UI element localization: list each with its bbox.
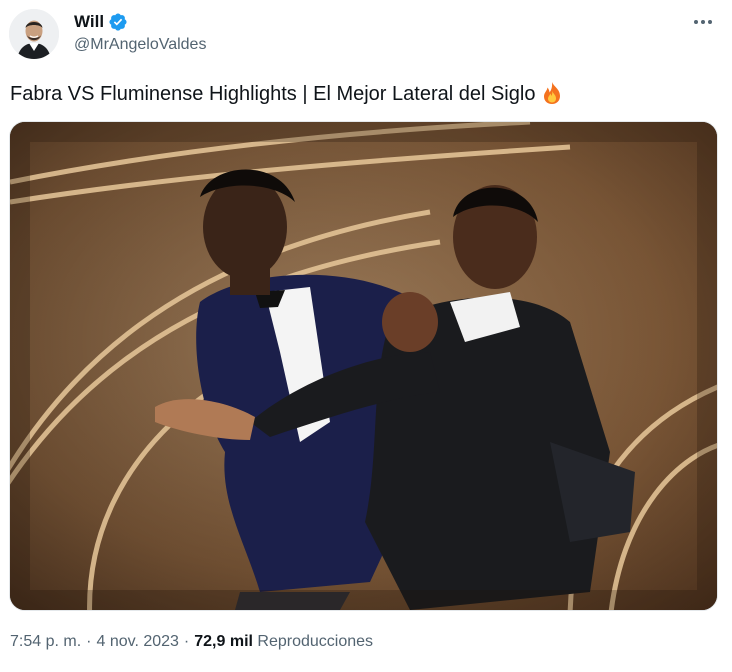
separator: · [86, 633, 92, 650]
verified-badge-icon[interactable] [108, 12, 128, 32]
views-label[interactable]: Reproducciones [257, 633, 373, 650]
avatar[interactable] [9, 9, 59, 59]
fire-icon [539, 80, 565, 106]
separator: · [183, 633, 190, 650]
author-handle[interactable]: @MrAngeloValdes [74, 36, 206, 54]
avatar-portrait [9, 9, 59, 59]
tweet-time[interactable]: 7:54 p. m. [10, 633, 81, 650]
tweet-date[interactable]: 4 nov. 2023 [96, 633, 178, 650]
tweet-text: Fabra VS Fluminense Highlights | El Mejo… [10, 80, 565, 107]
author-name[interactable]: Will [74, 12, 104, 32]
tweet-media-image[interactable] [9, 121, 718, 611]
tweet-text-content: Fabra VS Fluminense Highlights | El Mejo… [10, 83, 536, 105]
tweet-meta: 7:54 p. m. · 4 nov. 2023 · 72,9 mil Reproduc… [10, 633, 373, 651]
views-count: 72,9 mil [194, 633, 253, 650]
stage-photo [10, 122, 717, 610]
more-options-icon[interactable] [688, 12, 718, 32]
tweet-author: Will @MrAngeloValdes [74, 10, 206, 54]
